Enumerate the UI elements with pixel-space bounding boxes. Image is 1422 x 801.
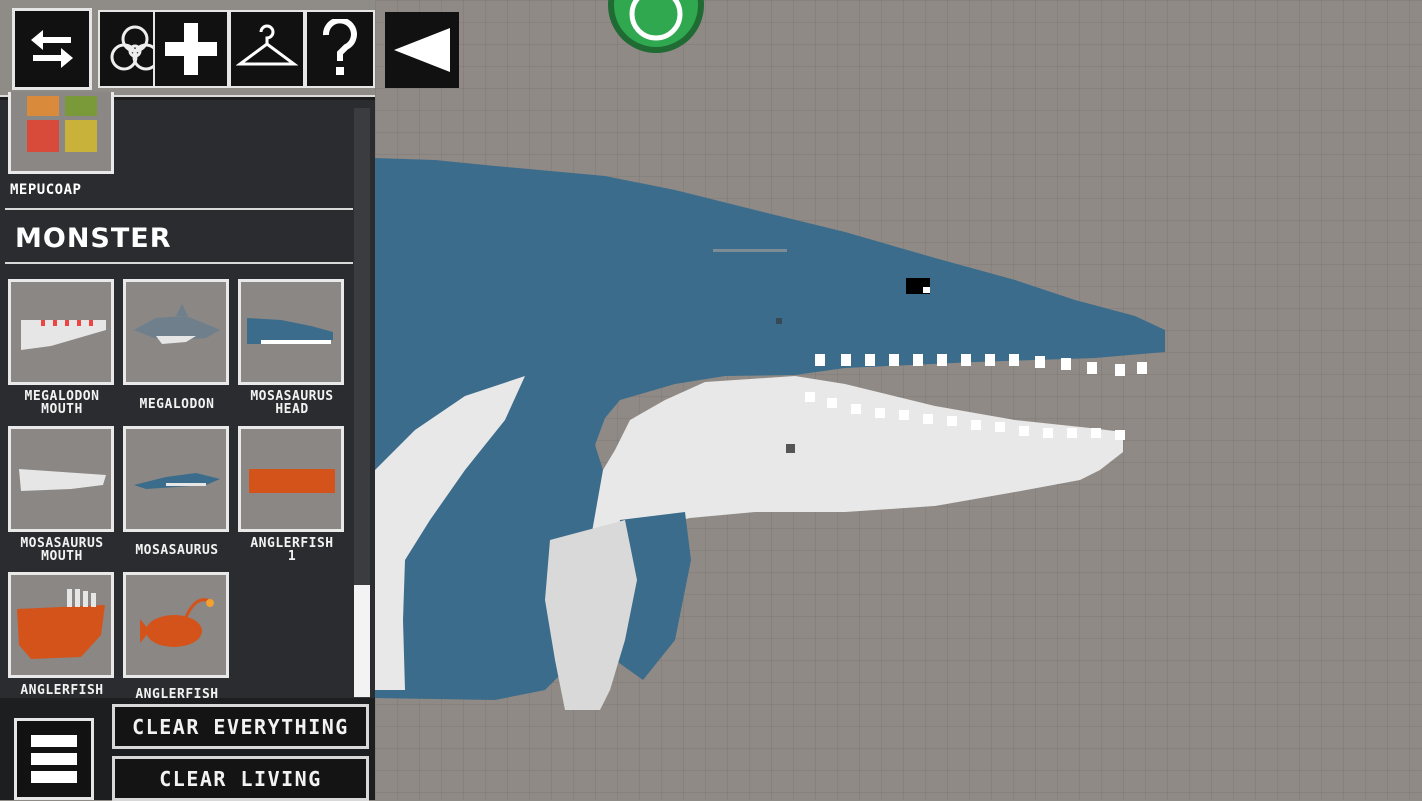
plus-icon <box>165 23 217 75</box>
item-label-mosasaurus-head: MOSASAURUS HEAD <box>250 389 334 417</box>
item-tile-anglerfish[interactable] <box>8 572 114 678</box>
menu-button[interactable] <box>14 718 94 800</box>
hanger-icon <box>236 24 298 66</box>
anglerfish-icon <box>140 598 214 647</box>
spawn-button[interactable] <box>153 10 229 88</box>
clear-living-button[interactable]: CLEAR LIVING <box>112 756 369 801</box>
back-arrow-icon <box>394 28 450 72</box>
category-header: MONSTER <box>5 208 353 264</box>
mosasaurus-icon <box>134 473 220 489</box>
item-label-megalodon: MEGALODON <box>139 397 215 412</box>
clear-everything-button[interactable]: CLEAR EVERYTHING <box>112 704 369 749</box>
top-toolbar <box>0 0 375 100</box>
category-title: MONSTER <box>15 223 172 254</box>
item-label-anglerfish: ANGLERFISH <box>20 683 104 698</box>
item-tile-mosasaurus[interactable] <box>123 426 229 532</box>
question-icon <box>323 19 357 75</box>
item-label-anglerfish-1: ANGLERFISH 1 <box>250 536 334 564</box>
item-tile-mosasaurus-mouth[interactable] <box>8 426 114 532</box>
clothing-button[interactable] <box>229 10 305 88</box>
item-tile-mepucoap[interactable] <box>8 92 114 174</box>
sidebar-scroll-thumb[interactable] <box>354 585 370 697</box>
megalodon-mouth-icon <box>21 320 106 350</box>
fruit-crates-icon <box>27 96 97 152</box>
item-label-mosasaurus-mouth: MOSASAURUS MOUTH <box>20 536 104 564</box>
sandbox-canvas[interactable] <box>375 0 1422 800</box>
swap-icon <box>31 30 73 68</box>
anglerfish-part-icon <box>249 469 335 493</box>
item-label-mosasaurus: MOSASAURUS <box>135 543 219 558</box>
item-tile-megalodon[interactable] <box>123 279 229 385</box>
mosasaurus-mouth-icon <box>19 469 106 491</box>
item-label-mepucoap: MEPUCOAP <box>10 182 82 198</box>
item-tile-anglerfish-full[interactable] <box>123 572 229 678</box>
item-label-anglerfish-2: ANGLERFISH <box>135 688 219 698</box>
item-label-megalodon-mouth: MEGALODON MOUTH <box>24 389 100 417</box>
mosasaurus-head-icon <box>247 318 333 344</box>
mosasaurus-creature[interactable] <box>375 0 1422 800</box>
back-button[interactable] <box>385 12 459 88</box>
megalodon-icon <box>134 304 220 344</box>
swap-button[interactable] <box>12 8 92 90</box>
item-tile-megalodon-mouth[interactable] <box>8 279 114 385</box>
whatsapp-icon[interactable] <box>607 0 705 54</box>
help-button[interactable] <box>305 10 375 88</box>
anglerfish-jaw-icon <box>17 589 105 659</box>
item-tile-anglerfish-1[interactable] <box>238 426 344 532</box>
item-tile-mosasaurus-head[interactable] <box>238 279 344 385</box>
